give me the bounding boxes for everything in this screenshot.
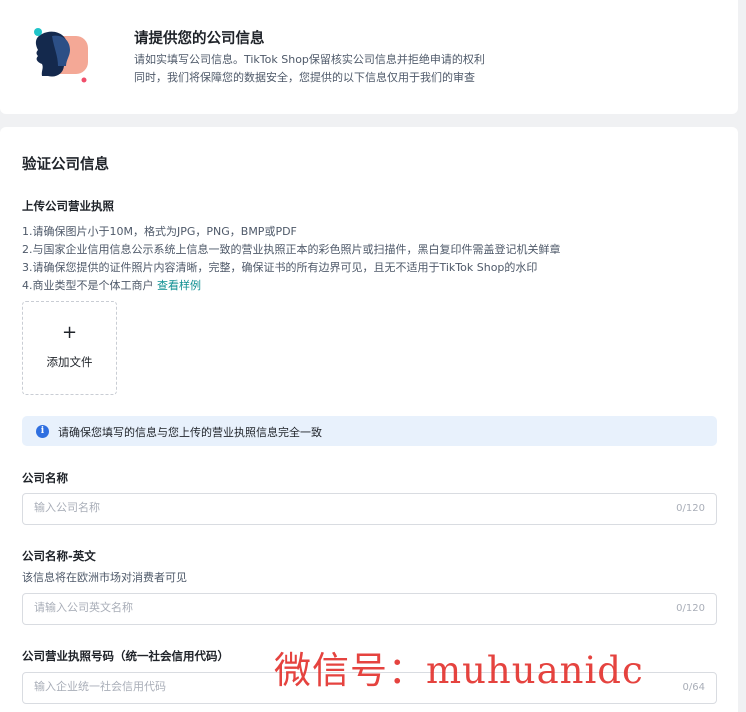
license-number-counter: 0/64 <box>682 682 705 693</box>
add-file-label: 添加文件 <box>46 355 93 369</box>
requirement-2: 2.与国家企业信用信息公示系统上信息一致的营业执照正本的彩色照片或扫描件，黑白复… <box>22 243 561 256</box>
company-profile-illustration <box>34 28 88 83</box>
requirement-1: 1.请确保图片小于10M，格式为JPG，PNG，BMP或PDF <box>22 225 297 238</box>
company-name-en-field: 0/120 <box>22 593 717 625</box>
company-name-label: 公司名称 <box>22 471 68 485</box>
company-name-en-hint: 该信息将在欧洲市场对消费者可见 <box>22 571 187 584</box>
intro-description-line-1: 请如实填写公司信息。TikTok Shop保留核实公司信息并拒绝申请的权利 <box>134 53 485 66</box>
info-alert: i 请确保您填写的信息与您上传的营业执照信息完全一致 <box>22 416 717 446</box>
intro-description-line-2: 同时，我们将保障您的数据安全，您提供的以下信息仅用于我们的审查 <box>134 71 475 84</box>
license-upload-label: 上传公司营业执照 <box>22 199 114 213</box>
view-sample-link[interactable]: 查看样例 <box>157 279 201 292</box>
company-name-en-label: 公司名称-英文 <box>22 549 96 563</box>
requirement-3: 3.请确保您提供的证件照片内容清晰，完整，确保证书的所有边界可见，且无不适用于T… <box>22 261 538 274</box>
section-title: 验证公司信息 <box>22 157 109 173</box>
requirement-4: 4.商业类型不是个体工商户 <box>22 279 154 292</box>
company-name-en-counter: 0/120 <box>676 603 705 614</box>
info-icon: i <box>36 425 49 438</box>
license-number-label: 公司营业执照号码（统一社会信用代码） <box>22 649 229 663</box>
intro-title: 请提供您的公司信息 <box>134 31 265 47</box>
company-name-field: 0/120 <box>22 493 717 525</box>
company-name-input[interactable] <box>34 501 634 514</box>
add-file-button[interactable]: + 添加文件 <box>22 301 117 395</box>
company-name-en-input[interactable] <box>34 601 634 614</box>
company-name-counter: 0/120 <box>676 503 705 514</box>
intro-card: 请提供您的公司信息 请如实填写公司信息。TikTok Shop保留核实公司信息并… <box>0 0 738 114</box>
info-alert-text: 请确保您填写的信息与您上传的营业执照信息完全一致 <box>58 426 322 439</box>
requirement-4-row: 4.商业类型不是个体工商户 查看样例 <box>22 277 201 293</box>
watermark-text: 微信号：muhuanidc <box>274 649 644 692</box>
verify-company-card: 验证公司信息 上传公司营业执照 1.请确保图片小于10M，格式为JPG，PNG，… <box>0 127 738 712</box>
plus-icon: + <box>61 322 78 343</box>
